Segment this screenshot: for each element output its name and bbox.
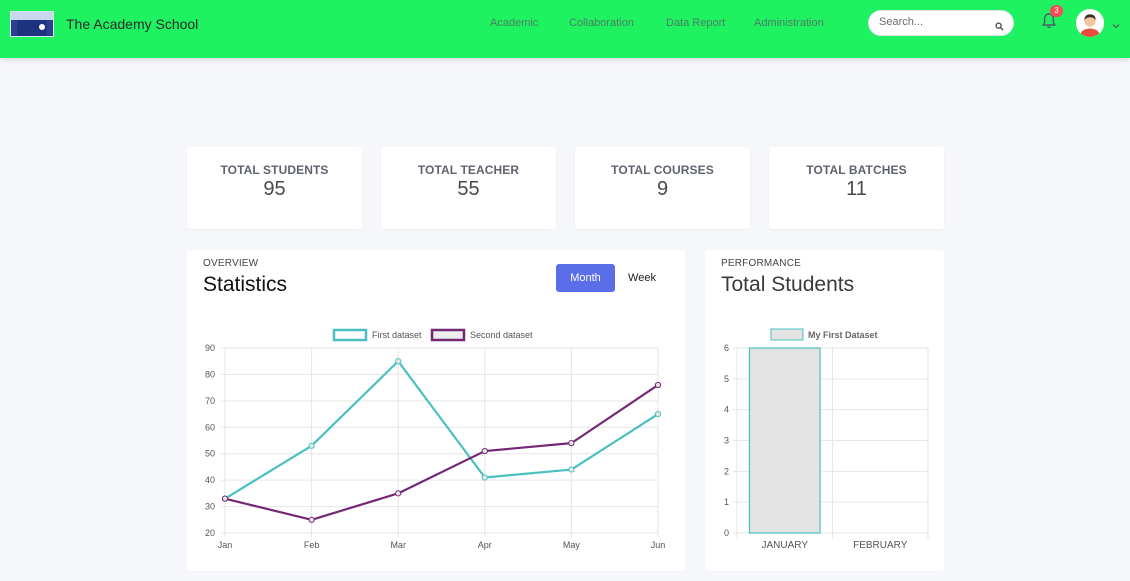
- legend-label: Second dataset: [470, 330, 533, 340]
- month-button[interactable]: Month: [556, 264, 615, 292]
- data-point: [221, 495, 229, 502]
- data-point: [308, 442, 315, 449]
- data-point: [568, 440, 575, 447]
- y-tick-label: 40: [205, 475, 215, 485]
- y-tick-label: 2: [724, 466, 729, 476]
- stat-label: TOTAL TEACHER: [417, 163, 520, 177]
- stat-value: 95: [263, 178, 286, 200]
- overview-eyebrow: OVERVIEW: [203, 258, 259, 269]
- statistics-line-chart: 20 30 40 50 60 70 80 90 Jan Feb Mar Apr May Jun First …: [205, 328, 666, 550]
- y-tick-label: 5: [724, 374, 729, 384]
- week-button[interactable]: Week: [620, 264, 664, 292]
- y-tick-label: 30: [205, 502, 215, 512]
- x-tick-label: Apr: [478, 540, 492, 550]
- nav-data-report[interactable]: Data Report: [666, 17, 725, 29]
- bar: [748, 347, 821, 534]
- search-icon[interactable]: [995, 18, 1004, 36]
- y-tick-label: 0: [724, 528, 729, 538]
- data-point: [654, 410, 662, 418]
- data-point: [395, 490, 402, 497]
- stat-label: TOTAL COURSES: [611, 163, 714, 177]
- legend-swatch: [332, 328, 368, 342]
- data-point: [308, 516, 315, 523]
- y-tick-label: 6: [724, 343, 729, 353]
- y-tick-label: 60: [205, 422, 215, 432]
- brand-name[interactable]: The Academy School: [66, 16, 198, 32]
- statistics-title: Statistics: [203, 273, 288, 296]
- stat-card-courses: TOTAL COURSES 9: [575, 147, 750, 229]
- nav-administration[interactable]: Administration: [754, 17, 824, 29]
- x-tick-label: May: [563, 540, 581, 550]
- data-point: [654, 381, 662, 389]
- x-tick-label: JANUARY: [762, 540, 809, 551]
- y-tick-label: 20: [205, 528, 215, 538]
- x-tick-label: FEBRUARY: [853, 540, 908, 551]
- x-tick-label: Jan: [218, 540, 233, 550]
- y-tick-label: 4: [724, 405, 729, 415]
- school-logo[interactable]: [10, 11, 54, 37]
- nav-collaboration[interactable]: Collaboration: [569, 17, 634, 29]
- data-point: [568, 466, 575, 473]
- series-line: [224, 384, 659, 521]
- legend-swatch: [770, 328, 804, 341]
- stat-card-batches: TOTAL BATCHES 11: [769, 147, 944, 229]
- stat-card-students: TOTAL STUDENTS 95: [187, 147, 362, 229]
- stat-value: 55: [457, 178, 480, 200]
- legend-label: First dataset: [372, 330, 422, 340]
- total-students-bar-chart: 0 1 2 3 4 5 6 JANUARY FEBRUARY My First Dataset: [724, 328, 929, 551]
- top-navbar: The Academy School Academic Collaboratio…: [0, 0, 1130, 58]
- x-tick-label: Feb: [304, 540, 320, 550]
- search-box: [868, 10, 1014, 36]
- performance-eyebrow: PERFORMANCE: [721, 258, 801, 269]
- stat-card-teachers: TOTAL TEACHER 55: [381, 147, 556, 229]
- notification-badge: 3: [1050, 5, 1063, 17]
- nav-academic[interactable]: Academic: [490, 17, 538, 29]
- total-students-title: Total Students: [721, 273, 855, 296]
- data-point: [395, 358, 402, 365]
- y-tick-label: 3: [724, 436, 729, 446]
- legend-label: My First Dataset: [808, 330, 878, 340]
- legend-swatch: [430, 328, 466, 342]
- stat-value: 11: [846, 178, 867, 200]
- x-tick-label: Mar: [390, 540, 406, 550]
- y-tick-label: 80: [205, 369, 215, 379]
- stat-value: 9: [656, 178, 669, 200]
- data-point: [481, 447, 488, 455]
- y-tick-label: 90: [205, 343, 215, 353]
- chevron-down-icon[interactable]: [1112, 16, 1120, 34]
- data-point: [481, 474, 488, 481]
- user-avatar[interactable]: [1076, 9, 1104, 37]
- x-tick-label: Jun: [651, 540, 666, 550]
- y-tick-label: 70: [205, 396, 215, 406]
- search-input[interactable]: [879, 16, 989, 28]
- y-tick-label: 1: [724, 497, 729, 507]
- stat-label: TOTAL BATCHES: [806, 163, 907, 177]
- y-tick-label: 50: [205, 449, 215, 459]
- stat-label: TOTAL STUDENTS: [220, 163, 329, 177]
